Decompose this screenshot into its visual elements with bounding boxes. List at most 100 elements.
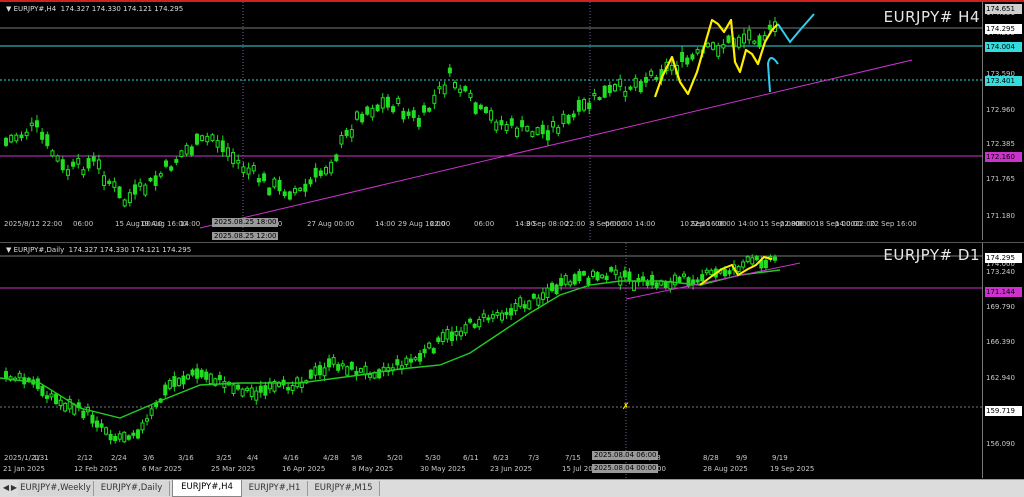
h4-candle-body bbox=[4, 137, 8, 146]
d1-candle-body bbox=[459, 330, 464, 337]
h4-candle-body bbox=[153, 175, 158, 186]
d1-time-label: 4/16 bbox=[283, 454, 299, 462]
d1-candle-body bbox=[236, 384, 241, 390]
d1-time-label: 7/15 bbox=[565, 454, 581, 462]
h4-price-axis[interactable]: 174.651174.295173.590172.960172.385171.7… bbox=[982, 2, 1024, 240]
d1-time-label: 5/30 bbox=[425, 454, 441, 462]
h4-candle-body bbox=[669, 64, 674, 71]
h4-candle-body bbox=[329, 161, 334, 174]
d1-candle-body bbox=[513, 302, 518, 312]
d1-candle-body bbox=[113, 435, 118, 442]
h4-time-label: 14:00 bbox=[515, 220, 536, 228]
h4-candle-body bbox=[169, 166, 174, 171]
d1-candle-body bbox=[736, 266, 741, 272]
h4-chart-plot[interactable] bbox=[0, 2, 982, 240]
h4-candle-body bbox=[422, 105, 427, 113]
d1-candle-body bbox=[773, 256, 777, 261]
d1-time-label: 2/12 bbox=[77, 454, 93, 462]
d1-candle-body bbox=[754, 255, 759, 261]
h4-candle-body bbox=[468, 92, 473, 99]
d1-candle-body bbox=[95, 420, 100, 428]
d1-candle-body bbox=[472, 323, 477, 328]
d1-candle-body bbox=[172, 376, 177, 387]
d1-price-axis[interactable]: 173.395174.000173.240169.790166.390162.9… bbox=[982, 243, 1024, 478]
d1-chart-plot[interactable]: ✗ bbox=[0, 243, 982, 478]
d1-cursor-marker: ✗ bbox=[622, 402, 630, 412]
d1-candle-body bbox=[677, 276, 682, 283]
h4-price-tick: 172.960 bbox=[986, 106, 1015, 114]
d1-candle-body bbox=[263, 385, 268, 396]
d1-candle-body bbox=[627, 271, 632, 281]
h4-time-label: 06:00 bbox=[605, 220, 626, 228]
h4-candle-body bbox=[354, 111, 359, 120]
h4-candle-body bbox=[272, 178, 277, 188]
h4-candle-body bbox=[726, 35, 731, 43]
d1-cursor-time: 2025.08.04 00:00 bbox=[592, 464, 659, 473]
h4-candle-body bbox=[767, 24, 772, 30]
h4-candle-body bbox=[411, 110, 416, 118]
h4-candle-body bbox=[29, 122, 34, 127]
h4-candle-body bbox=[148, 177, 153, 182]
h4-time-label: 22 Sep 16:00 bbox=[870, 220, 917, 228]
h4-candle-body bbox=[9, 134, 14, 143]
tab-scroll-right-icon[interactable]: ▶ bbox=[10, 482, 18, 494]
tab-eurjpy-h4[interactable]: EURJPY#,H4 bbox=[172, 480, 242, 497]
h4-candle-body bbox=[76, 157, 81, 165]
h4-time-label: 2025/8/12 22:00 bbox=[4, 220, 63, 228]
h4-candle-body bbox=[339, 135, 344, 145]
h4-time-label: 22:00 bbox=[430, 220, 451, 228]
tab-eurjpy-h1[interactable]: EURJPY#,H1 bbox=[242, 481, 308, 496]
h4-candle-body bbox=[55, 155, 60, 162]
h4-candle-body bbox=[112, 181, 117, 188]
d1-time-label: 4/28 bbox=[323, 454, 339, 462]
d1-header-text: EURJPY#,Daily 174.327 174.330 174.121 17… bbox=[13, 246, 192, 254]
h4-candle-body bbox=[690, 54, 695, 60]
h4-candle-body bbox=[525, 125, 530, 132]
d1-date-label: 23 Jun 2025 bbox=[490, 465, 533, 473]
d1-time-label: 7/3 bbox=[528, 454, 540, 462]
h4-price-tag: 172.160 bbox=[985, 152, 1022, 162]
h4-candle-body bbox=[680, 51, 685, 63]
h4-candle-body bbox=[225, 147, 230, 157]
d1-chart-pane[interactable]: ✗ ▼ EURJPY#,Daily 174.327 174.330 174.12… bbox=[0, 242, 1024, 478]
d1-candle-body bbox=[313, 366, 318, 376]
d1-candle-body bbox=[681, 273, 686, 277]
h4-candle-body bbox=[489, 110, 494, 121]
d1-candle-body bbox=[540, 292, 545, 300]
d1-time-label: 5/20 bbox=[387, 454, 403, 462]
h4-candle-body bbox=[282, 191, 287, 197]
h4-candle-body bbox=[504, 124, 509, 131]
h4-candle-body bbox=[643, 77, 648, 83]
h4-candle-body bbox=[189, 146, 194, 156]
d1-candle-body bbox=[40, 385, 45, 396]
h4-cyan-hook bbox=[766, 57, 779, 93]
d1-candle-body bbox=[308, 369, 313, 379]
h4-candle-body bbox=[236, 159, 241, 164]
h4-candle-body bbox=[96, 159, 101, 170]
d1-candle-body bbox=[195, 368, 200, 379]
d1-candle-body bbox=[81, 410, 86, 419]
d1-candle-body bbox=[117, 433, 122, 440]
d1-candle-body bbox=[559, 278, 564, 286]
d1-candle-body bbox=[149, 408, 154, 416]
tab-eurjpy-m15[interactable]: EURJPY#,M15 bbox=[308, 481, 380, 496]
h4-symbol-watermark: EURJPY# H4 bbox=[883, 8, 980, 26]
h4-candle-body bbox=[86, 157, 91, 169]
d1-candle-body bbox=[413, 357, 418, 361]
tab-eurjpy-daily[interactable]: EURJPY#,Daily bbox=[94, 481, 170, 496]
h4-candle-body bbox=[747, 29, 752, 41]
d1-candle-body bbox=[204, 371, 209, 380]
h4-candle-body bbox=[360, 113, 365, 123]
h4-candle-body bbox=[613, 84, 618, 92]
tab-eurjpy-weekly[interactable]: EURJPY#,Weekly bbox=[18, 481, 94, 496]
h4-chart-pane[interactable]: ▼ EURJPY#,H4 174.327 174.330 174.121 174… bbox=[0, 0, 1024, 240]
h4-candle-body bbox=[607, 84, 612, 94]
d1-price-tick: 162.940 bbox=[986, 374, 1015, 382]
tab-scroll-left-icon[interactable]: ◀ bbox=[2, 482, 10, 494]
h4-price-tick: 172.385 bbox=[986, 140, 1015, 148]
h4-candle-body bbox=[478, 104, 483, 110]
d1-candle-body bbox=[217, 375, 222, 381]
h4-candle-body bbox=[540, 124, 545, 135]
d1-candle-body bbox=[600, 274, 605, 279]
h4-candle-body bbox=[453, 82, 458, 89]
